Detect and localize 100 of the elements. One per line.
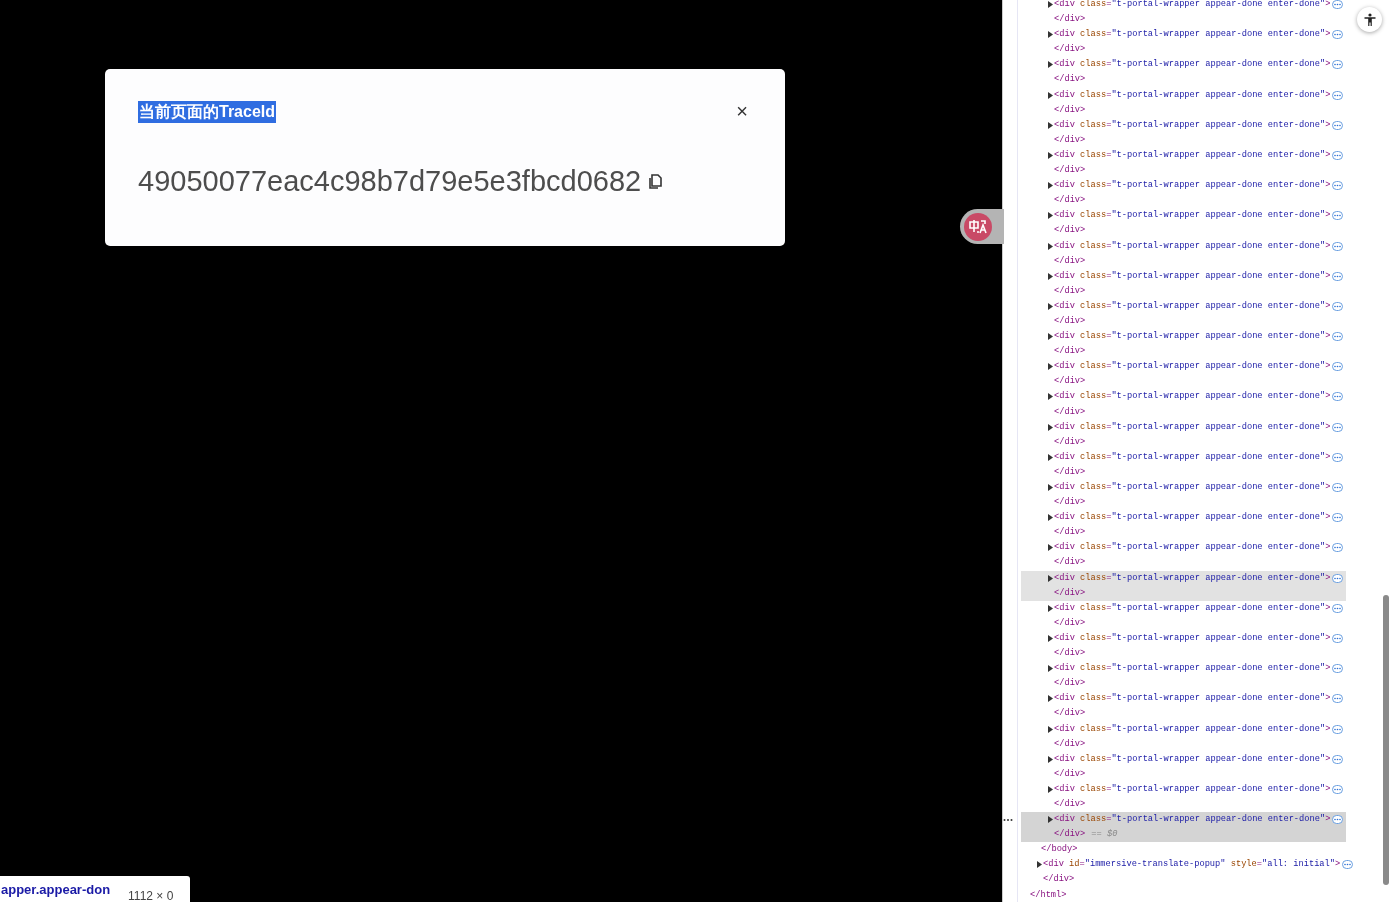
collapsed-arrow-icon[interactable]: [1047, 363, 1053, 371]
closing-tag: </div>: [1054, 163, 1086, 179]
ellipsis-badge-icon[interactable]: [1332, 362, 1344, 372]
ellipsis-badge-icon[interactable]: [1332, 241, 1344, 251]
translate-icon: [963, 211, 993, 242]
ellipsis-badge-icon[interactable]: [1332, 60, 1344, 70]
ellipsis-badge-icon[interactable]: [1332, 90, 1344, 100]
collapsed-arrow-icon[interactable]: [1047, 212, 1053, 220]
collapsed-arrow-icon[interactable]: [1047, 152, 1053, 159]
ellipsis-badge-icon[interactable]: [1332, 483, 1344, 493]
ellipsis-badge-icon[interactable]: [1332, 422, 1344, 432]
element-node[interactable]: <div class="t-portal-wrapper appear-done enter-done"> </div>: [1021, 359, 1346, 390]
collapsed-arrow-icon[interactable]: [1047, 695, 1053, 703]
element-node[interactable]: <div class="t-portal-wrapper appear-done enter-done"> </div>: [1021, 298, 1346, 330]
element-node[interactable]: <div class="t-portal-wrapper appear-done enter-done"> </div>: [1021, 27, 1346, 58]
element-node[interactable]: <div class="t-portal-wrapper appear-done enter-done"> </div>: [1021, 57, 1346, 88]
ellipsis-badge-icon[interactable]: [1332, 30, 1344, 40]
collapsed-arrow-icon[interactable]: [1047, 121, 1053, 129]
ellipsis-badge-icon[interactable]: [1332, 664, 1344, 674]
copy-icon[interactable]: [649, 173, 663, 189]
scrollbar-thumb[interactable]: [1383, 595, 1389, 885]
collapsed-arrow-icon[interactable]: [1047, 272, 1053, 280]
collapsed-arrow-icon[interactable]: [1036, 861, 1042, 869]
element-node[interactable]: <div class="t-portal-wrapper appear-done enter-done"> </div>: [1021, 751, 1346, 782]
ellipsis-badge-icon[interactable]: [1342, 860, 1354, 870]
element-node[interactable]: <div class="t-portal-wrapper appear-done enter-done"> </div>: [1021, 600, 1346, 631]
collapsed-arrow-icon[interactable]: [1047, 91, 1053, 99]
ellipsis-badge-icon[interactable]: [1332, 543, 1344, 553]
ellipsis-badge-icon[interactable]: [1332, 784, 1344, 794]
element-node[interactable]: <div class="t-portal-wrapper appear-done enter-done"> </div>: [1021, 480, 1346, 511]
element-node[interactable]: <div class="t-portal-wrapper appear-done enter-done"> </div>: [1021, 449, 1346, 480]
ellipsis-badge-icon[interactable]: [1332, 603, 1344, 613]
collapsed-arrow-icon[interactable]: [1047, 816, 1053, 824]
ellipsis-badge-icon[interactable]: [1332, 452, 1344, 462]
collapsed-arrow-icon[interactable]: [1047, 453, 1053, 461]
collapsed-arrow-icon[interactable]: [1047, 1, 1053, 9]
element-node[interactable]: <div class="t-portal-wrapper appear-done enter-done"> </div>: [1021, 630, 1346, 662]
collapsed-arrow-icon[interactable]: [1047, 31, 1053, 39]
collapsed-arrow-icon[interactable]: [1047, 725, 1053, 733]
element-node[interactable]: <div class="t-portal-wrapper appear-done enter-done"> </div>: [1021, 147, 1346, 179]
ellipsis-badge-icon[interactable]: [1332, 332, 1344, 342]
element-node[interactable]: <div class="t-portal-wrapper appear-done enter-done"> </div>: [1021, 208, 1346, 239]
collapsed-arrow-icon[interactable]: [1047, 665, 1053, 673]
ellipsis-badge-icon[interactable]: [1332, 815, 1344, 825]
collapsed-arrow-icon[interactable]: [1047, 333, 1053, 341]
element-node[interactable]: <div class="t-portal-wrapper appear-done enter-done"> </div>: [1021, 570, 1346, 601]
collapsed-arrow-icon[interactable]: [1047, 302, 1053, 310]
element-node[interactable]: <div id="immersive-translate-popup" style="all: initial"> </div>: [1021, 857, 1370, 888]
element-node[interactable]: <div class="t-portal-wrapper appear-done enter-done"> </div>: [1021, 117, 1346, 148]
ellipsis-badge-icon[interactable]: [1332, 573, 1344, 583]
collapsed-arrow-icon[interactable]: [1047, 514, 1053, 522]
ellipsis-badge-icon[interactable]: [1332, 694, 1344, 704]
element-node[interactable]: <div class="t-portal-wrapper appear-done enter-done"> </div>: [1021, 419, 1346, 450]
ellipsis-badge-icon[interactable]: [1332, 754, 1344, 764]
ellipsis-badge-icon[interactable]: [1332, 724, 1344, 734]
collapsed-arrow-icon[interactable]: [1047, 61, 1053, 69]
ellipsis-badge-icon[interactable]: [1332, 181, 1344, 191]
element-selector: apper.appear-don: [1, 882, 111, 898]
element-node[interactable]: <div class="t-portal-wrapper appear-done enter-done"> </div>: [1021, 238, 1346, 269]
collapsed-arrow-icon[interactable]: [1047, 182, 1053, 190]
closing-tag: </div>: [1054, 615, 1086, 631]
element-node[interactable]: <div class="t-portal-wrapper appear-done enter-done"> </div>: [1021, 389, 1346, 420]
element-node[interactable]: <div class="t-portal-wrapper appear-done enter-done"> </div>: [1021, 268, 1346, 299]
more-icon[interactable]: [1003, 817, 1013, 822]
ellipsis-badge-icon[interactable]: [1332, 0, 1344, 10]
ellipsis-badge-icon[interactable]: [1332, 513, 1344, 523]
ellipsis-badge-icon[interactable]: [1332, 301, 1344, 311]
collapsed-arrow-icon[interactable]: [1047, 423, 1053, 431]
element-node[interactable]: <div class="t-portal-wrapper appear-done enter-done"> </div>: [1021, 87, 1346, 118]
translate-button[interactable]: [960, 209, 1004, 244]
collapsed-arrow-icon[interactable]: [1047, 755, 1053, 763]
ellipsis-badge-icon[interactable]: [1332, 151, 1344, 160]
collapsed-arrow-icon[interactable]: [1047, 604, 1053, 612]
collapsed-arrow-icon[interactable]: [1047, 484, 1053, 492]
element-node[interactable]: <div class="t-portal-wrapper appear-done enter-done"> </div>: [1021, 691, 1346, 722]
ellipsis-badge-icon[interactable]: [1332, 211, 1344, 221]
closing-tag: </div>: [1054, 706, 1086, 722]
ellipsis-badge-icon[interactable]: [1332, 271, 1344, 281]
element-node[interactable]: <div class="t-portal-wrapper appear-done enter-done"> </div>: [1021, 781, 1346, 813]
ellipsis-badge-icon[interactable]: [1332, 634, 1344, 643]
collapsed-arrow-icon[interactable]: [1047, 242, 1053, 250]
ellipsis-badge-icon[interactable]: [1332, 120, 1344, 130]
element-node[interactable]: <div class="t-portal-wrapper appear-done enter-done"> </div>: [1021, 721, 1346, 752]
console-reference: == $0: [1091, 828, 1118, 842]
element-node[interactable]: <div class="t-portal-wrapper appear-done enter-done"> </div>: [1021, 510, 1346, 541]
element-node[interactable]: <div class="t-portal-wrapper appear-done enter-done"> </div>: [1021, 661, 1346, 692]
closing-tag: </div>: [1054, 374, 1086, 390]
collapsed-arrow-icon[interactable]: [1047, 393, 1053, 401]
collapsed-arrow-icon[interactable]: [1047, 574, 1053, 582]
collapsed-arrow-icon[interactable]: [1047, 544, 1053, 552]
element-node[interactable]: <div class="t-portal-wrapper appear-done enter-done"> </div>: [1021, 329, 1346, 360]
element-node[interactable]: <div class="t-portal-wrapper appear-done enter-done"> </div>: [1021, 178, 1346, 209]
collapsed-arrow-icon[interactable]: [1047, 635, 1053, 642]
close-button[interactable]: ×: [732, 101, 752, 121]
closing-tag: </div>: [1054, 585, 1086, 601]
collapsed-arrow-icon[interactable]: [1047, 785, 1053, 793]
ellipsis-badge-icon[interactable]: [1332, 392, 1344, 402]
element-node[interactable]: <div class="t-portal-wrapper appear-done enter-done"> </div>: [1021, 0, 1346, 28]
element-node[interactable]: <div class="t-portal-wrapper appear-done enter-done"> </div>: [1021, 540, 1346, 571]
opening-tag: <div class="t-portal-wrapper appear-done enter-done">: [1054, 298, 1331, 314]
